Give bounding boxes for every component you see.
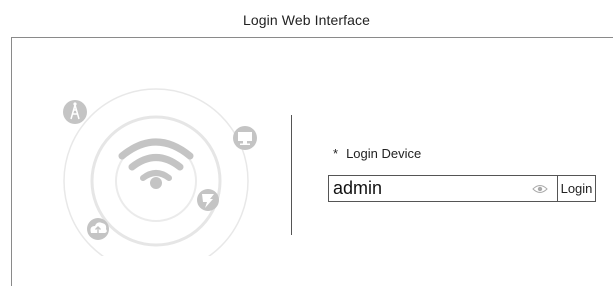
cloud-upload-icon xyxy=(87,218,109,240)
page-title: Login Web Interface xyxy=(243,12,370,28)
password-visibility-toggle[interactable] xyxy=(523,176,557,201)
login-device-input[interactable] xyxy=(329,176,523,201)
required-marker: * xyxy=(333,146,339,161)
eye-icon xyxy=(532,184,548,193)
login-form: Login xyxy=(328,175,596,202)
fan-icon xyxy=(197,189,219,211)
wifi-icon xyxy=(118,138,194,189)
login-device-text: Login Device xyxy=(346,146,422,161)
vertical-divider xyxy=(291,115,292,235)
login-button[interactable]: Login xyxy=(557,176,595,201)
network-illustration xyxy=(63,88,257,256)
monitor-icon xyxy=(233,126,257,150)
antenna-icon xyxy=(63,100,87,124)
login-device-label: * Login Device xyxy=(333,146,421,161)
